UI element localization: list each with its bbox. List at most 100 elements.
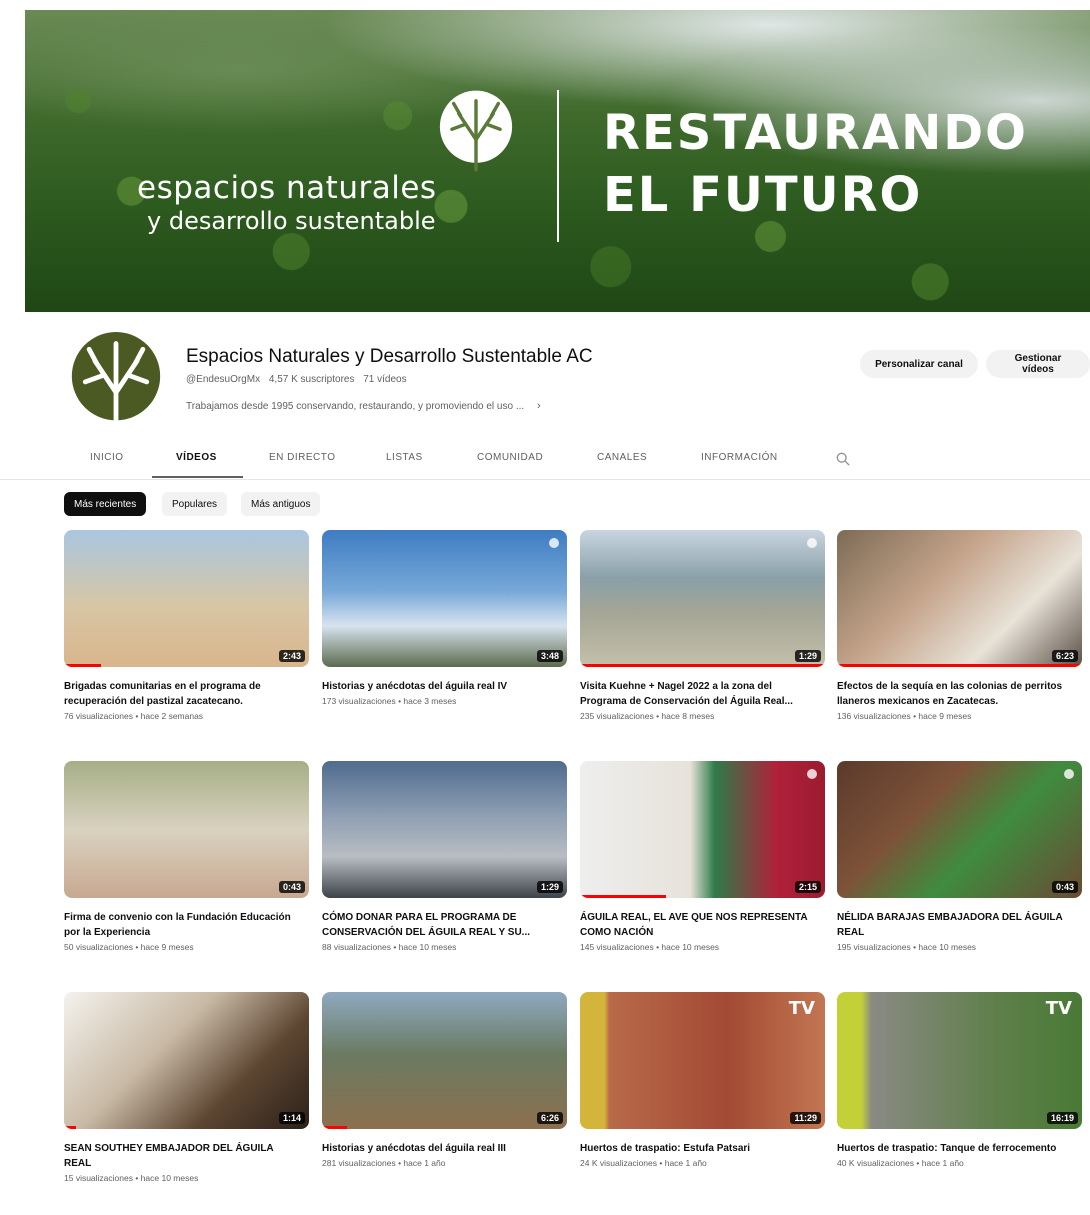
video-card[interactable]: 1:29 Visita Kuehne + Nagel 2022 a la zona… [580, 530, 825, 721]
channel-tabs: INICIO VÍDEOS EN DIRECTO LISTAS COMUNIDA… [68, 444, 1090, 478]
watch-progress-bar [837, 664, 1082, 667]
video-duration: 2:43 [278, 650, 305, 662]
video-card[interactable]: TV 11:29 Huertos de traspatio: Estufa Pats… [580, 992, 825, 1168]
video-title[interactable]: NÉLIDA BARAJAS EMBAJADORA DEL ÁGUILA REA… [837, 910, 1067, 940]
video-count: 71 vídeos [363, 374, 407, 385]
banner-divider [557, 90, 559, 242]
video-card[interactable]: TV 16:19 Huertos de traspatio: Tanque de f… [837, 992, 1082, 1168]
active-tab-indicator [152, 476, 243, 478]
tree-logo-icon [439, 90, 513, 172]
watch-progress-bar [580, 664, 825, 667]
tv-watermark-logo: TV [788, 998, 815, 1019]
chip-most-recent[interactable]: Más recientes [64, 492, 147, 516]
video-meta: 88 visualizaciones • hace 10 meses [322, 942, 457, 952]
tab-inicio[interactable]: INICIO [90, 452, 124, 463]
video-title[interactable]: Efectos de la sequía en las colonias de … [837, 679, 1067, 709]
video-card[interactable]: 0:43 Firma de convenio con la Fundación E… [64, 761, 309, 952]
subscriber-count: 4,57 K suscriptores [268, 374, 355, 385]
video-card[interactable]: 2:15 ÁGUILA REAL, EL AVE QUE NOS REPRESEN… [580, 761, 825, 952]
watermark-icon [549, 538, 559, 548]
video-duration: 1:29 [536, 881, 563, 893]
video-meta: 15 visualizaciones • hace 10 meses [64, 1173, 199, 1183]
video-thumbnail[interactable]: 1:29 [322, 761, 567, 898]
video-duration: 3:48 [536, 650, 563, 662]
tab-informacion[interactable]: INFORMACIÓN [701, 452, 778, 463]
tab-videos[interactable]: VÍDEOS [176, 452, 217, 463]
banner-headline-line1: RESTAURANDO [603, 105, 1028, 161]
video-duration: 0:43 [278, 881, 305, 893]
channel-description[interactable]: Trabajamos desde 1995 conservando, resta… [186, 400, 541, 412]
tabs-divider [0, 479, 1090, 480]
video-thumbnail[interactable]: 6:23 [837, 530, 1082, 667]
video-duration: 0:43 [1051, 881, 1078, 893]
watch-progress-bar [64, 1126, 77, 1129]
channel-handle: @EndesuOrgMx [186, 374, 261, 385]
video-thumbnail[interactable]: 0:43 [837, 761, 1082, 898]
video-title[interactable]: Historias y anécdotas del águila real II… [322, 1141, 552, 1156]
tv-watermark-logo: TV [1045, 998, 1072, 1019]
video-title[interactable]: Huertos de traspatio: Tanque de ferrocem… [837, 1141, 1067, 1156]
video-meta: 145 visualizaciones • hace 10 meses [580, 942, 720, 952]
video-duration: 6:26 [536, 1112, 563, 1124]
chip-popular[interactable]: Populares [162, 492, 228, 516]
video-meta: 136 visualizaciones • hace 9 meses [837, 711, 972, 721]
banner-brand-line1: espacios naturales [137, 170, 437, 206]
video-thumbnail[interactable]: TV 11:29 [580, 992, 825, 1129]
video-duration: 1:14 [278, 1112, 305, 1124]
channel-description-text: Trabajamos desde 1995 conservando, resta… [186, 401, 525, 412]
video-thumbnail[interactable]: 3:48 [322, 530, 567, 667]
video-card[interactable]: 6:26 Historias y anécdotas del águila rea… [322, 992, 567, 1168]
watermark-icon [807, 538, 817, 548]
chevron-right-icon[interactable]: › [537, 400, 541, 412]
video-title[interactable]: Huertos de traspatio: Estufa Patsari [580, 1141, 810, 1156]
video-title[interactable]: SEAN SOUTHEY EMBAJADOR DEL ÁGUILA REAL [64, 1141, 294, 1171]
search-icon[interactable] [836, 452, 850, 466]
tab-en-directo[interactable]: EN DIRECTO [269, 452, 336, 463]
watermark-icon [807, 769, 817, 779]
channel-meta: @EndesuOrgMx 4,57 K suscriptores 71 víde… [186, 374, 413, 385]
video-meta: 50 visualizaciones • hace 9 meses [64, 942, 194, 952]
video-title[interactable]: Brigadas comunitarias en el programa de … [64, 679, 294, 709]
video-meta: 235 visualizaciones • hace 8 meses [580, 711, 715, 721]
video-thumbnail[interactable]: 0:43 [64, 761, 309, 898]
video-card[interactable]: 1:29 CÓMO DONAR PARA EL PROGRAMA DE CONSE… [322, 761, 567, 952]
video-thumbnail[interactable]: TV 16:19 [837, 992, 1082, 1129]
channel-name: Espacios Naturales y Desarrollo Sustenta… [186, 346, 593, 367]
channel-avatar[interactable] [68, 330, 164, 430]
video-card[interactable]: 1:14 SEAN SOUTHEY EMBAJADOR DEL ÁGUILA RE… [64, 992, 309, 1183]
banner-headline-line2: EL FUTURO [603, 167, 923, 223]
video-meta: 281 visualizaciones • hace 1 año [322, 1158, 446, 1168]
watch-progress-bar [580, 895, 666, 898]
video-thumbnail[interactable]: 2:43 [64, 530, 309, 667]
video-thumbnail[interactable]: 6:26 [322, 992, 567, 1129]
video-title[interactable]: CÓMO DONAR PARA EL PROGRAMA DE CONSERVAC… [322, 910, 552, 940]
watermark-icon [1064, 769, 1074, 779]
video-meta: 24 K visualizaciones • hace 1 año [580, 1158, 707, 1168]
chip-oldest[interactable]: Más antiguos [241, 492, 321, 516]
tab-listas[interactable]: LISTAS [386, 452, 423, 463]
video-title[interactable]: Visita Kuehne + Nagel 2022 a la zona del… [580, 679, 810, 709]
video-meta: 173 visualizaciones • hace 3 meses [322, 696, 457, 706]
video-card[interactable]: 3:48 Historias y anécdotas del águila rea… [322, 530, 567, 706]
video-card[interactable]: 0:43 NÉLIDA BARAJAS EMBAJADORA DEL ÁGUILA… [837, 761, 1082, 952]
video-thumbnail[interactable]: 2:15 [580, 761, 825, 898]
video-meta: 195 visualizaciones • hace 10 meses [837, 942, 977, 952]
customize-channel-button[interactable]: Personalizar canal [860, 350, 978, 378]
video-thumbnail[interactable]: 1:14 [64, 992, 309, 1129]
video-card[interactable]: 2:43 Brigadas comunitarias en el programa… [64, 530, 309, 721]
watch-progress-bar [64, 664, 101, 667]
tab-canales[interactable]: CANALES [597, 452, 647, 463]
video-duration: 1:29 [794, 650, 821, 662]
manage-videos-button[interactable]: Gestionar vídeos [986, 350, 1090, 378]
tab-comunidad[interactable]: COMUNIDAD [477, 452, 543, 463]
video-title[interactable]: ÁGUILA REAL, EL AVE QUE NOS REPRESENTA C… [580, 910, 810, 940]
video-title[interactable]: Historias y anécdotas del águila real IV [322, 679, 552, 694]
channel-banner: espacios naturales y desarrollo sustenta… [25, 10, 1090, 312]
video-card[interactable]: 6:23 Efectos de la sequía en las colonias… [837, 530, 1082, 721]
video-meta: 76 visualizaciones • hace 2 semanas [64, 711, 204, 721]
watch-progress-bar [322, 1126, 347, 1129]
video-duration: 2:15 [794, 881, 821, 893]
video-title[interactable]: Firma de convenio con la Fundación Educa… [64, 910, 294, 940]
video-thumbnail[interactable]: 1:29 [580, 530, 825, 667]
banner-brand-line2: y desarrollo sustentable [147, 207, 436, 235]
